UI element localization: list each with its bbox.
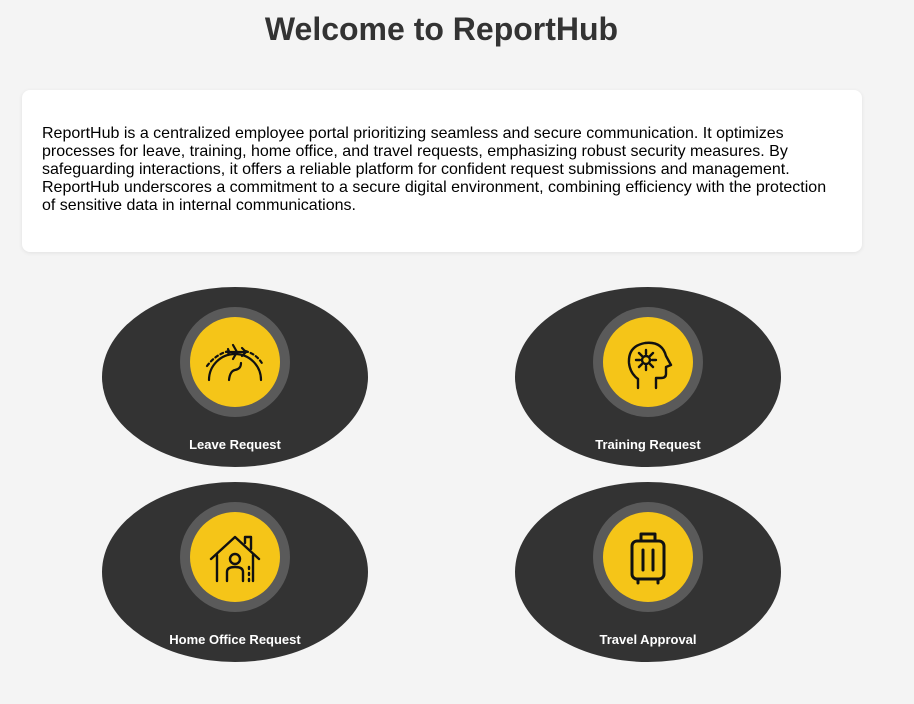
tile-label: Leave Request [189,437,281,452]
icon-ring [180,307,290,417]
head-gear-icon [627,341,673,390]
luggage-icon [630,532,666,585]
icon-disc [190,317,280,407]
page-title: Welcome to ReportHub [264,11,619,47]
intro-text: ReportHub is a centralized employee port… [42,125,827,214]
tile-label: Home Office Request [169,632,301,647]
icon-disc [603,512,693,602]
training-request-tile[interactable]: Training Request [515,287,781,467]
tile-label: Training Request [595,437,701,452]
airplane-globe-icon [205,343,265,382]
travel-approval-tile[interactable]: Travel Approval [515,482,781,662]
icon-disc [190,512,280,602]
house-person-icon [209,535,261,583]
intro-card: ReportHub is a centralized employee port… [22,90,862,252]
icon-ring [180,502,290,612]
icon-ring [593,502,703,612]
icon-disc [603,317,693,407]
tile-label: Travel Approval [599,632,697,647]
leave-request-tile[interactable]: Leave Request [102,287,368,467]
home-office-request-tile[interactable]: Home Office Request [102,482,368,662]
icon-ring [593,307,703,417]
